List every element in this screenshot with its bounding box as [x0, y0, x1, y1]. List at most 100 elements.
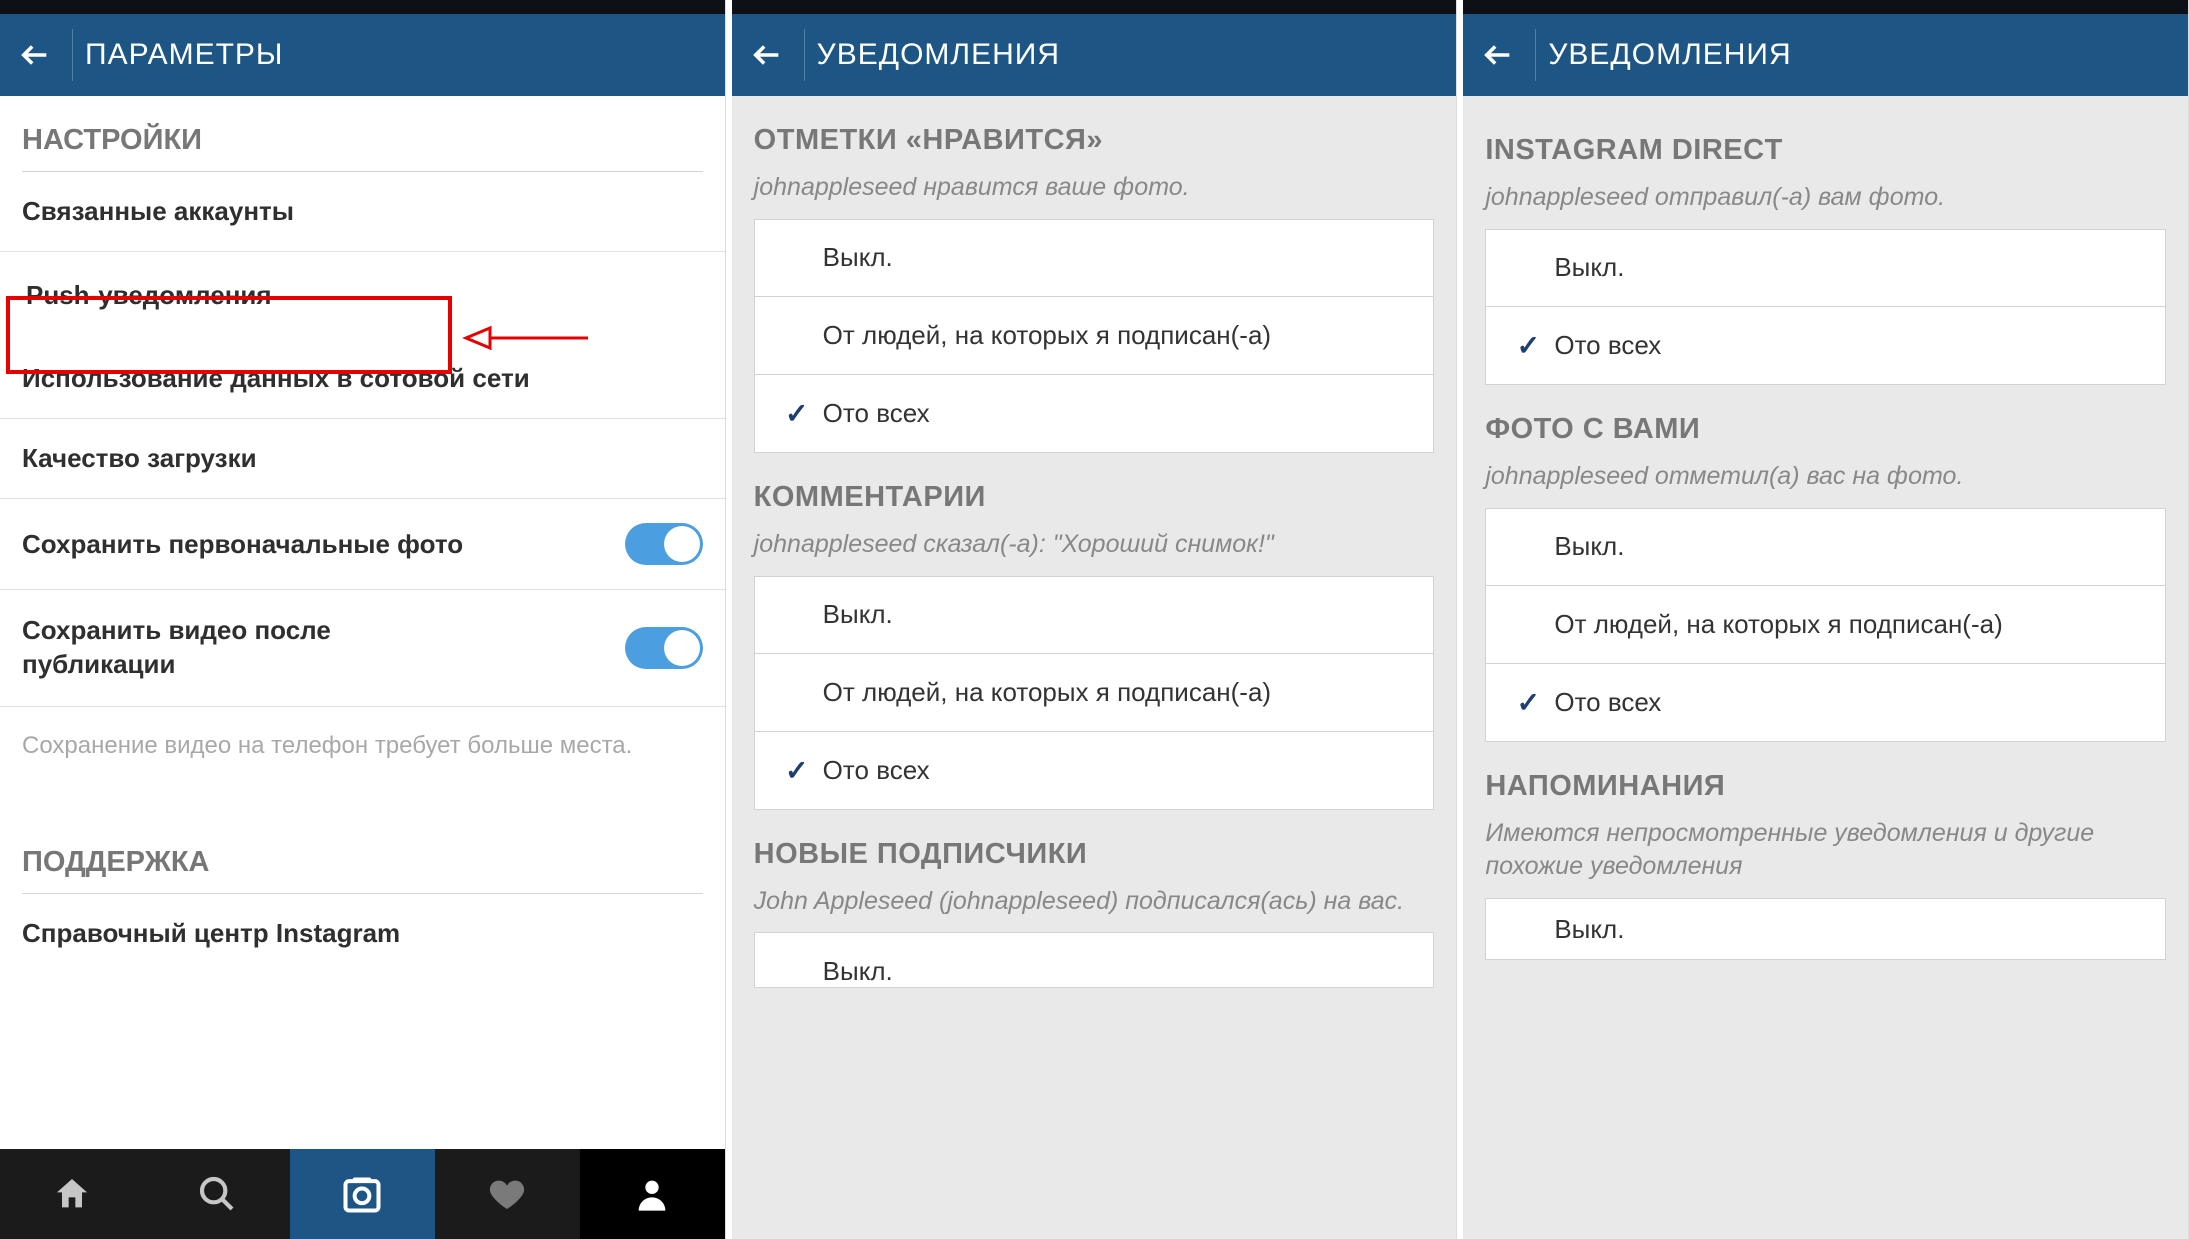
group-subtitle: John Appleseed (johnappleseed) подписалс… — [754, 885, 1435, 919]
header: ПАРАМЕТРЫ — [0, 14, 725, 96]
item-data-usage[interactable]: Использование данных в сотовой сети — [0, 339, 725, 419]
header-divider — [72, 29, 73, 81]
nav-search[interactable] — [145, 1149, 290, 1239]
item-label: Использование данных в сотовой сети — [22, 363, 530, 394]
group-direct-header: INSTAGRAM DIRECT johnappleseed отправил(… — [1463, 96, 2188, 229]
back-button[interactable] — [1473, 30, 1523, 80]
option-following[interactable]: От людей, на которых я подписан(-а) — [754, 297, 1435, 375]
toggle-save-video[interactable] — [625, 627, 703, 669]
item-label: Справочный центр Instagram — [22, 918, 400, 949]
group-likes-options: Выкл. От людей, на которых я подписан(-а… — [754, 219, 1435, 453]
item-label: Сохранить первоначальные фото — [22, 529, 463, 560]
group-reminders-options: Выкл. — [1485, 898, 2166, 960]
status-bar — [1463, 0, 2188, 14]
option-off[interactable]: Выкл. — [754, 219, 1435, 297]
group-photos-options: Выкл. От людей, на которых я подписан(-а… — [1485, 508, 2166, 742]
group-subtitle: johnappleseed сказал(-а): "Хороший снимо… — [754, 528, 1435, 562]
nav-camera[interactable] — [290, 1149, 435, 1239]
option-label: Выкл. — [823, 242, 893, 273]
toggle-save-original[interactable] — [625, 523, 703, 565]
group-title: ОТМЕТКИ «НРАВИТСЯ» — [754, 124, 1435, 157]
group-followers-options: Выкл. — [754, 932, 1435, 988]
group-photos-header: ФОТО С ВАМИ johnappleseed отметил(а) вас… — [1463, 385, 2188, 508]
option-label: Ото всех — [823, 755, 930, 786]
group-subtitle: johnappleseed отправил(-а) вам фото. — [1485, 181, 2166, 215]
item-linked-accounts[interactable]: Связанные аккаунты — [0, 172, 725, 252]
option-off[interactable]: Выкл. — [754, 576, 1435, 654]
header-divider — [804, 29, 805, 81]
option-label: Ото всех — [1554, 330, 1661, 361]
item-save-video: Сохранить видео после публикации — [0, 590, 725, 707]
option-everyone[interactable]: ✓ Ото всех — [1485, 307, 2166, 385]
option-everyone[interactable]: ✓ Ото всех — [754, 732, 1435, 810]
option-everyone[interactable]: ✓ Ото всех — [1485, 664, 2166, 742]
option-following[interactable]: От людей, на которых я подписан(-а) — [1485, 586, 2166, 664]
option-label: Выкл. — [823, 599, 893, 630]
group-title: КОММЕНТАРИИ — [754, 481, 1435, 514]
screen-notifications-1: УВЕДОМЛЕНИЯ ОТМЕТКИ «НРАВИТСЯ» johnapple… — [732, 0, 1458, 1239]
header: УВЕДОМЛЕНИЯ — [1463, 14, 2188, 96]
nav-profile[interactable] — [580, 1149, 725, 1239]
screen-parameters: ПАРАМЕТРЫ НАСТРОЙКИ Связанные аккаунты P… — [0, 0, 726, 1239]
back-button[interactable] — [742, 30, 792, 80]
option-label: Выкл. — [1554, 914, 1624, 945]
nav-home[interactable] — [0, 1149, 145, 1239]
check-icon: ✓ — [777, 754, 817, 787]
status-bar — [0, 0, 725, 14]
group-direct-options: Выкл. ✓ Ото всех — [1485, 229, 2166, 385]
group-title: INSTAGRAM DIRECT — [1485, 134, 2166, 167]
content: INSTAGRAM DIRECT johnappleseed отправил(… — [1463, 96, 2188, 1239]
check-icon: ✓ — [777, 397, 817, 430]
group-likes-header: ОТМЕТКИ «НРАВИТСЯ» johnappleseed нравитс… — [732, 96, 1457, 219]
option-everyone[interactable]: ✓ Ото всех — [754, 375, 1435, 453]
group-title: НАПОМИНАНИЯ — [1485, 770, 2166, 803]
item-label: Связанные аккаунты — [22, 196, 294, 227]
page-title: ПАРАМЕТРЫ — [85, 38, 283, 72]
group-title: НОВЫЕ ПОДПИСЧИКИ — [754, 838, 1435, 871]
option-following[interactable]: От людей, на которых я подписан(-а) — [754, 654, 1435, 732]
group-subtitle: johnappleseed отметил(а) вас на фото. — [1485, 460, 2166, 494]
item-save-original: Сохранить первоначальные фото — [0, 499, 725, 590]
item-push-notifications[interactable]: Push-уведомления — [0, 252, 725, 339]
section-settings-title: НАСТРОЙКИ — [0, 96, 725, 167]
group-title: ФОТО С ВАМИ — [1485, 413, 2166, 446]
option-label: Ото всех — [823, 398, 930, 429]
item-label: Качество загрузки — [22, 443, 257, 474]
option-label: От людей, на которых я подписан(-а) — [823, 320, 1271, 351]
item-label: Push-уведомления — [26, 280, 272, 311]
screen-notifications-2: УВЕДОМЛЕНИЯ INSTAGRAM DIRECT johnapplese… — [1463, 0, 2189, 1239]
page-title: УВЕДОМЛЕНИЯ — [1548, 38, 1791, 72]
group-subtitle: Имеются непросмотренные уведомления и др… — [1485, 817, 2166, 885]
status-bar — [732, 0, 1457, 14]
option-off[interactable]: Выкл. — [1485, 898, 2166, 960]
header: УВЕДОМЛЕНИЯ — [732, 14, 1457, 96]
option-label: От людей, на которых я подписан(-а) — [1554, 609, 2002, 640]
content: ОТМЕТКИ «НРАВИТСЯ» johnappleseed нравитс… — [732, 96, 1457, 1239]
page-title: УВЕДОМЛЕНИЯ — [817, 38, 1060, 72]
option-off[interactable]: Выкл. — [1485, 229, 2166, 307]
group-comments-options: Выкл. От людей, на которых я подписан(-а… — [754, 576, 1435, 810]
check-icon: ✓ — [1508, 686, 1548, 719]
option-label: От людей, на которых я подписан(-а) — [823, 677, 1271, 708]
group-reminders-header: НАПОМИНАНИЯ Имеются непросмотренные увед… — [1463, 742, 2188, 899]
option-off[interactable]: Выкл. — [1485, 508, 2166, 586]
option-label: Выкл. — [1554, 252, 1624, 283]
group-comments-header: КОММЕНТАРИИ johnappleseed сказал(-а): "Х… — [732, 453, 1457, 576]
content: НАСТРОЙКИ Связанные аккаунты Push-уведом… — [0, 96, 725, 1149]
item-support-center[interactable]: Справочный центр Instagram — [0, 894, 725, 973]
item-label: Сохранить видео после публикации — [22, 614, 382, 682]
option-label: Ото всех — [1554, 687, 1661, 718]
back-button[interactable] — [10, 30, 60, 80]
bottom-nav — [0, 1149, 725, 1239]
option-label: Выкл. — [823, 956, 893, 987]
nav-activity[interactable] — [435, 1149, 580, 1239]
item-upload-quality[interactable]: Качество загрузки — [0, 419, 725, 499]
group-subtitle: johnappleseed нравится ваше фото. — [754, 171, 1435, 205]
check-icon: ✓ — [1508, 329, 1548, 362]
option-label: Выкл. — [1554, 531, 1624, 562]
header-divider — [1535, 29, 1536, 81]
helper-text: Сохранение видео на телефон требует боль… — [0, 707, 725, 773]
section-support-title: ПОДДЕРЖКА — [0, 818, 725, 889]
group-followers-header: НОВЫЕ ПОДПИСЧИКИ John Appleseed (johnapp… — [732, 810, 1457, 933]
option-off[interactable]: Выкл. — [754, 932, 1435, 988]
